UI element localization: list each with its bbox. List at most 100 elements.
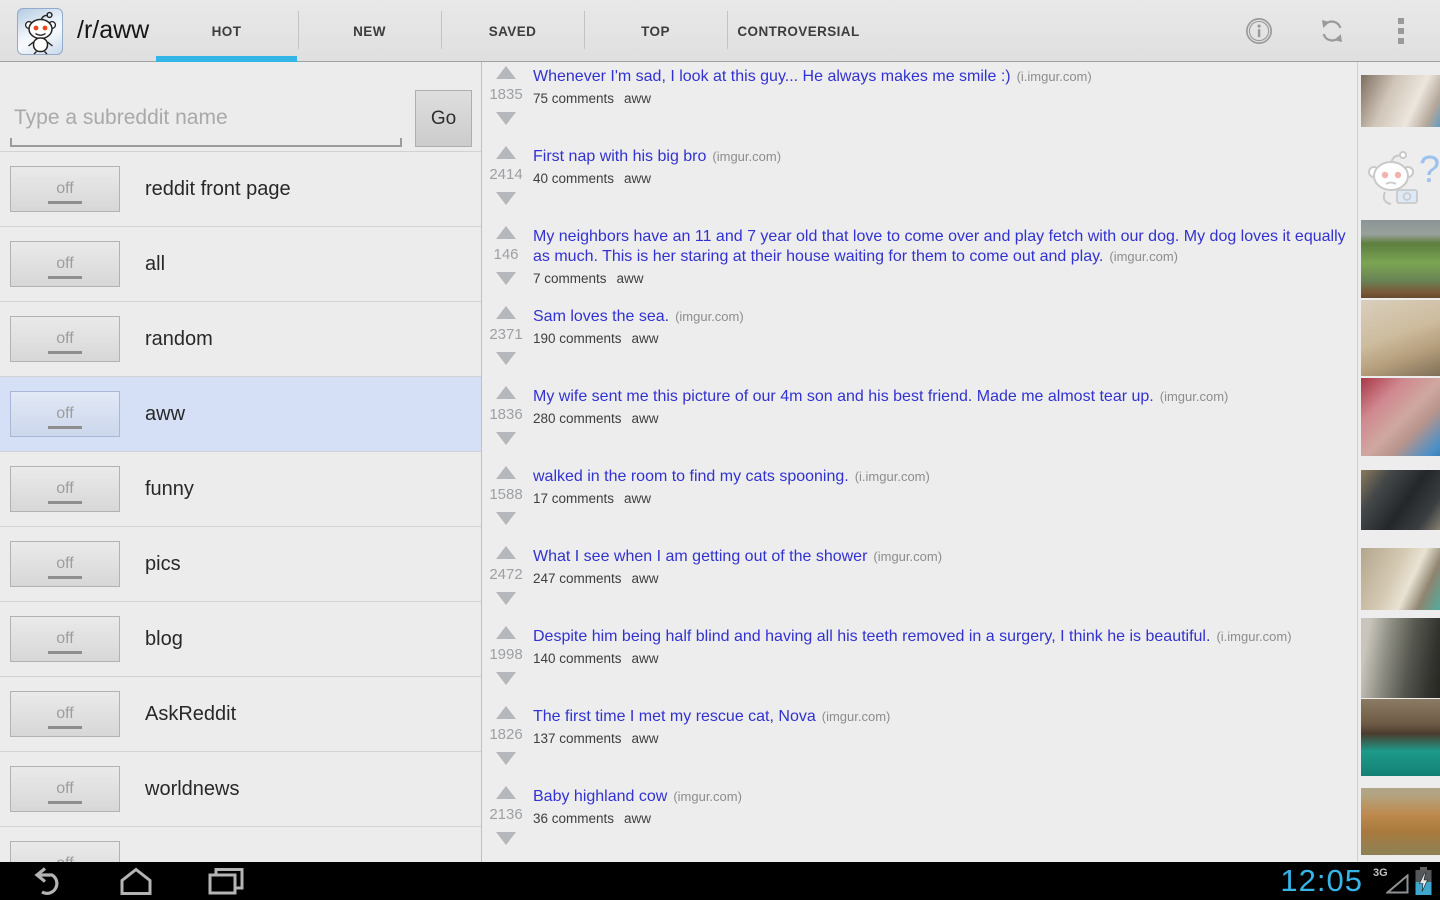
- downvote-icon[interactable]: [496, 512, 516, 525]
- downvote-icon[interactable]: [496, 592, 516, 605]
- thumbnail-puppy-sleeping[interactable]: [1361, 75, 1440, 127]
- sidebar-item-frontpage[interactable]: off reddit front page: [0, 152, 481, 227]
- post-title[interactable]: Whenever I'm sad, I look at this guy... …: [533, 68, 1011, 85]
- tab-controversial[interactable]: CONTROVERSIAL: [727, 0, 870, 62]
- post-title[interactable]: Baby highland cow: [533, 788, 667, 805]
- downvote-icon[interactable]: [496, 272, 516, 285]
- toggle-off-button[interactable]: off: [10, 316, 120, 362]
- post-title[interactable]: What I see when I am getting out of the …: [533, 548, 867, 565]
- default-thumbnail-icon[interactable]: ?: [1361, 148, 1440, 210]
- post-meta: 40 commentsaww: [533, 171, 1351, 186]
- upvote-icon[interactable]: [496, 306, 516, 319]
- upvote-icon[interactable]: [496, 226, 516, 239]
- downvote-icon[interactable]: [496, 352, 516, 365]
- post-row[interactable]: 2136 Baby highland cow(imgur.com) 36 com…: [483, 782, 1357, 862]
- toggle-off-button[interactable]: off: [10, 766, 120, 812]
- refresh-icon[interactable]: [1318, 17, 1346, 45]
- post-title[interactable]: Despite him being half blind and having …: [533, 628, 1210, 645]
- back-icon[interactable]: [28, 866, 68, 896]
- post-score: 146: [483, 246, 529, 263]
- sidebar-item-funny[interactable]: off funny: [0, 452, 481, 527]
- post-score: 2371: [483, 326, 529, 343]
- post-row[interactable]: 1998 Despite him being half blind and ha…: [483, 622, 1357, 702]
- post-domain: (i.imgur.com): [1017, 69, 1092, 84]
- sidebar-item-blog[interactable]: off blog: [0, 602, 481, 677]
- post-row[interactable]: 1836 My wife sent me this picture of our…: [483, 382, 1357, 462]
- thumbnail-dog-in-backyard[interactable]: [1361, 220, 1440, 298]
- upvote-icon[interactable]: [496, 706, 516, 719]
- post-row[interactable]: 1835 Whenever I'm sad, I look at this gu…: [483, 62, 1357, 142]
- post-row[interactable]: 2472 What I see when I am getting out of…: [483, 542, 1357, 622]
- tab-hot[interactable]: HOT: [155, 0, 298, 62]
- overflow-menu-icon[interactable]: [1398, 18, 1404, 48]
- downvote-icon[interactable]: [496, 192, 516, 205]
- sidebar-item-aww[interactable]: off aww: [0, 377, 481, 452]
- thumbnail-baby-with-cat[interactable]: [1361, 378, 1440, 456]
- thumbnail-cats-in-basket[interactable]: [1361, 548, 1440, 610]
- upvote-icon[interactable]: [496, 546, 516, 559]
- thumbnail-black-cats-on-couch[interactable]: [1361, 470, 1440, 530]
- toggle-off-button[interactable]: off: [10, 616, 120, 662]
- post-title[interactable]: My neighbors have an 11 and 7 year old t…: [533, 228, 1346, 265]
- toggle-off-button[interactable]: off: [10, 466, 120, 512]
- post-meta: 140 commentsaww: [533, 651, 1351, 666]
- thumbnail-gray-cat-at-window[interactable]: [1361, 618, 1440, 698]
- go-button[interactable]: Go: [415, 90, 472, 147]
- downvote-icon[interactable]: [496, 432, 516, 445]
- reddit-logo[interactable]: [17, 8, 63, 55]
- post-title[interactable]: My wife sent me this picture of our 4m s…: [533, 388, 1154, 405]
- post-domain: (imgur.com): [822, 709, 891, 724]
- toggle-off-button[interactable]: off: [10, 541, 120, 587]
- toggle-off-button[interactable]: off: [10, 391, 120, 437]
- downvote-icon[interactable]: [496, 752, 516, 765]
- thumbnail-highland-cow-calf[interactable]: [1361, 788, 1440, 855]
- tab-new[interactable]: NEW: [298, 0, 441, 62]
- clock: 12:05: [1280, 863, 1363, 899]
- sidebar-item-worldnews[interactable]: off worldnews: [0, 752, 481, 827]
- thumbnail-dog-on-beach[interactable]: [1361, 300, 1440, 376]
- post-row[interactable]: 1826 The first time I met my rescue cat,…: [483, 702, 1357, 782]
- toggle-off-button[interactable]: off: [10, 241, 120, 287]
- sidebar-item-pics[interactable]: off pics: [0, 527, 481, 602]
- post-row[interactable]: 2414 First nap with his big bro(imgur.co…: [483, 142, 1357, 222]
- upvote-icon[interactable]: [496, 386, 516, 399]
- upvote-icon[interactable]: [496, 786, 516, 799]
- upvote-icon[interactable]: [496, 466, 516, 479]
- toggle-off-button[interactable]: off: [10, 841, 120, 862]
- thumbnail-girl-holding-cat[interactable]: [1361, 699, 1440, 776]
- recents-icon[interactable]: [206, 866, 246, 896]
- post-title[interactable]: The first time I met my rescue cat, Nova: [533, 708, 816, 725]
- toggle-off-button[interactable]: off: [10, 166, 120, 212]
- post-title[interactable]: walked in the room to find my cats spoon…: [533, 468, 849, 485]
- sidebar-item-partial[interactable]: off: [0, 827, 481, 862]
- subreddit-search-input[interactable]: [10, 90, 402, 145]
- sidebar-item-label: funny: [145, 478, 194, 501]
- upvote-icon[interactable]: [496, 626, 516, 639]
- post-title[interactable]: First nap with his big bro: [533, 148, 706, 165]
- downvote-icon[interactable]: [496, 832, 516, 845]
- post-subreddit: aww: [632, 651, 659, 666]
- post-row[interactable]: 146 My neighbors have an 11 and 7 year o…: [483, 222, 1357, 302]
- sidebar-item-askreddit[interactable]: off AskReddit: [0, 677, 481, 752]
- upvote-icon[interactable]: [496, 146, 516, 159]
- post-meta: 190 commentsaww: [533, 331, 1351, 346]
- post-score: 1826: [483, 726, 529, 743]
- status-cluster[interactable]: 12:05 3G: [1280, 862, 1432, 900]
- sidebar-item-all[interactable]: off all: [0, 227, 481, 302]
- downvote-icon[interactable]: [496, 112, 516, 125]
- post-title[interactable]: Sam loves the sea.: [533, 308, 669, 325]
- post-row[interactable]: 1588 walked in the room to find my cats …: [483, 462, 1357, 542]
- post-row[interactable]: 2371 Sam loves the sea.(imgur.com) 190 c…: [483, 302, 1357, 382]
- home-icon[interactable]: [116, 866, 156, 896]
- subreddit-search-row: Go: [0, 62, 481, 152]
- info-icon[interactable]: [1245, 17, 1273, 45]
- tab-top[interactable]: TOP: [584, 0, 727, 62]
- toggle-off-button[interactable]: off: [10, 691, 120, 737]
- sidebar-item-random[interactable]: off random: [0, 302, 481, 377]
- comment-count: 247 comments: [533, 571, 622, 586]
- post-score: 1836: [483, 406, 529, 423]
- post-subreddit: aww: [617, 271, 644, 286]
- downvote-icon[interactable]: [496, 672, 516, 685]
- upvote-icon[interactable]: [496, 66, 516, 79]
- tab-saved[interactable]: SAVED: [441, 0, 584, 62]
